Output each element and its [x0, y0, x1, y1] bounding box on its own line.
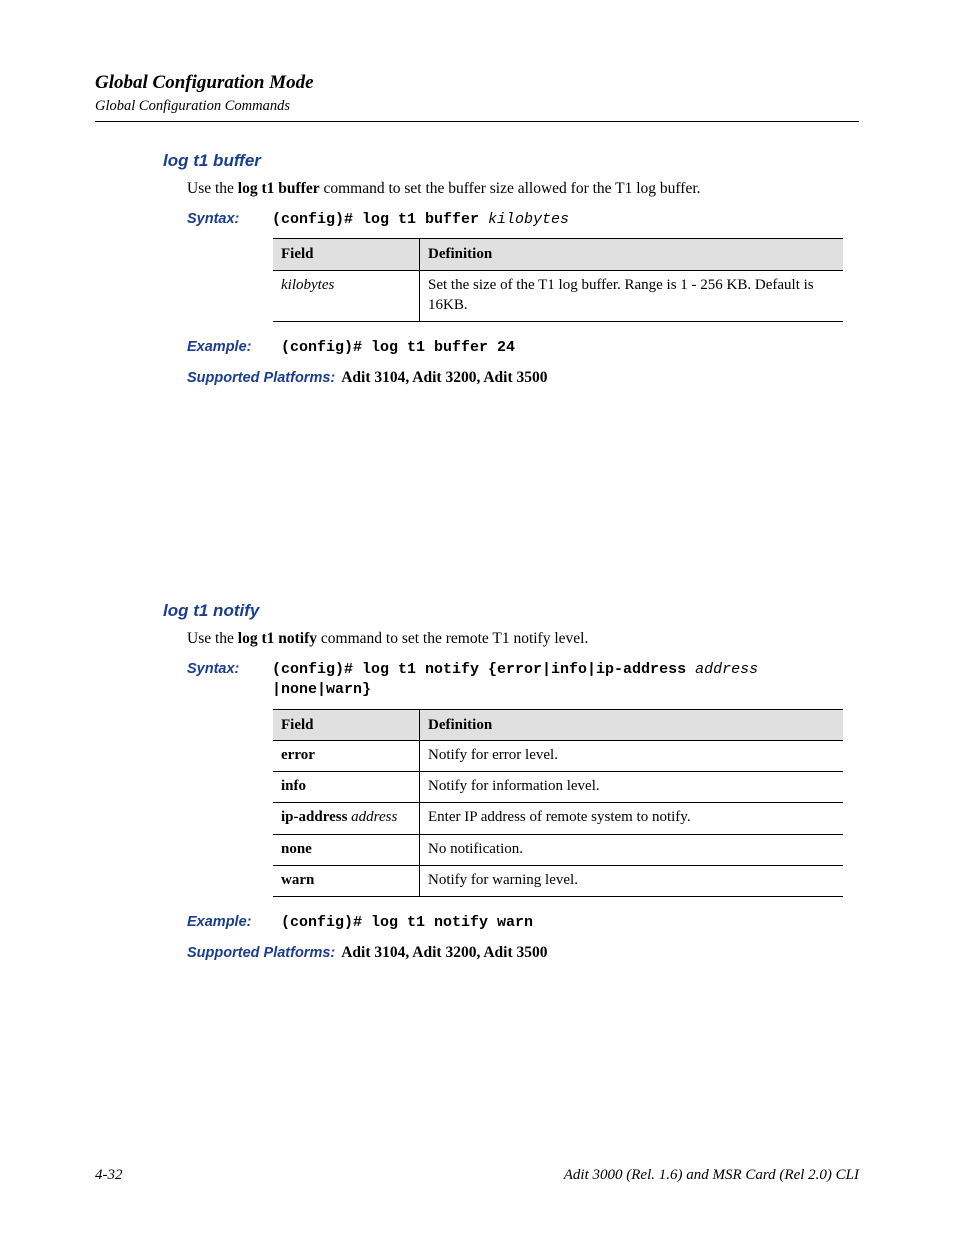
- field-italic: address: [351, 809, 397, 825]
- table-row: ip-address address Enter IP address of r…: [273, 803, 843, 834]
- spacer: [95, 397, 859, 572]
- definition-table: Field Definition error Notify for error …: [273, 709, 843, 898]
- table-header-row: Field Definition: [273, 709, 843, 740]
- syntax-line2-bold: |none|warn}: [272, 681, 371, 698]
- header-subtitle: Global Configuration Commands: [95, 97, 859, 117]
- table-header-row: Field Definition: [273, 239, 843, 270]
- table-cell-definition: Notify for information level.: [420, 772, 844, 803]
- section-body: Use the log t1 notify command to set the…: [187, 629, 859, 650]
- field-bold: none: [281, 841, 312, 857]
- section-log-t1-buffer: log t1 buffer Use the log t1 buffer comm…: [95, 150, 859, 389]
- table-cell-field: ip-address address: [273, 803, 420, 834]
- syntax-args: kilobytes: [488, 211, 569, 228]
- table-header-field: Field: [273, 709, 420, 740]
- platforms-label: Supported Platforms:: [187, 944, 335, 964]
- example-label: Example:: [187, 913, 261, 933]
- header-title: Global Configuration Mode: [95, 70, 859, 96]
- table-cell-definition: Notify for error level.: [420, 740, 844, 771]
- syntax-row: Syntax: (config)# log t1 notify {error|i…: [187, 660, 859, 701]
- body-text-post: command to set the buffer size allowed f…: [320, 180, 701, 197]
- field-bold: warn: [281, 872, 314, 888]
- example-row: Example: (config)# log t1 notify warn: [187, 913, 859, 933]
- table-row: warn Notify for warning level.: [273, 865, 843, 896]
- syntax-code: (config)# log t1 buffer kilobytes: [272, 210, 569, 230]
- section-title: log t1 notify: [163, 600, 859, 623]
- table-row: info Notify for information level.: [273, 772, 843, 803]
- section-body: Use the log t1 buffer command to set the…: [187, 179, 859, 200]
- table-cell-definition: Enter IP address of remote system to not…: [420, 803, 844, 834]
- page-footer: 4-32 Adit 3000 (Rel. 1.6) and MSR Card (…: [95, 1165, 859, 1185]
- footer-page-number: 4-32: [95, 1165, 123, 1185]
- table-row: none No notification.: [273, 834, 843, 865]
- field-bold: info: [281, 778, 306, 794]
- footer-doc-title: Adit 3000 (Rel. 1.6) and MSR Card (Rel 2…: [564, 1165, 859, 1185]
- body-text-pre: Use the: [187, 630, 238, 647]
- table-cell-field: kilobytes: [273, 270, 420, 322]
- syntax-label: Syntax:: [187, 210, 252, 230]
- table-cell-field: info: [273, 772, 420, 803]
- syntax-prompt: (config)# log t1 buffer: [272, 211, 488, 228]
- example-code: (config)# log t1 buffer 24: [281, 338, 515, 358]
- table-cell-definition: Set the size of the T1 log buffer. Range…: [420, 270, 844, 322]
- table-cell-definition: No notification.: [420, 834, 844, 865]
- table-header-definition: Definition: [420, 709, 844, 740]
- definition-table: Field Definition kilobytes Set the size …: [273, 238, 843, 322]
- table-cell-definition: Notify for warning level.: [420, 865, 844, 896]
- platforms-row: Supported Platforms: Adit 3104, Adit 320…: [187, 368, 859, 389]
- syntax-code: (config)# log t1 notify {error|info|ip-a…: [272, 660, 758, 701]
- section-log-t1-notify: log t1 notify Use the log t1 notify comm…: [95, 600, 859, 964]
- table-cell-field: warn: [273, 865, 420, 896]
- syntax-label: Syntax:: [187, 660, 252, 680]
- section-title: log t1 buffer: [163, 150, 859, 173]
- body-text-bold: log t1 notify: [238, 630, 317, 647]
- syntax-line1-italic: address: [695, 661, 758, 678]
- table-row: kilobytes Set the size of the T1 log buf…: [273, 270, 843, 322]
- field-bold: ip-address: [281, 809, 351, 825]
- table-header-definition: Definition: [420, 239, 844, 270]
- page-header: Global Configuration Mode Global Configu…: [95, 70, 859, 122]
- table-cell-field: error: [273, 740, 420, 771]
- platforms-row: Supported Platforms: Adit 3104, Adit 320…: [187, 943, 859, 964]
- table-cell-field: none: [273, 834, 420, 865]
- table-row: error Notify for error level.: [273, 740, 843, 771]
- example-row: Example: (config)# log t1 buffer 24: [187, 338, 859, 358]
- platforms-value: Adit 3104, Adit 3200, Adit 3500: [341, 943, 547, 964]
- body-text-pre: Use the: [187, 180, 238, 197]
- syntax-row: Syntax: (config)# log t1 buffer kilobyte…: [187, 210, 859, 230]
- field-bold: error: [281, 747, 315, 763]
- platforms-value: Adit 3104, Adit 3200, Adit 3500: [341, 368, 547, 389]
- syntax-line1-bold: (config)# log t1 notify {error|info|ip-a…: [272, 661, 695, 678]
- platforms-label: Supported Platforms:: [187, 369, 335, 389]
- body-text-bold: log t1 buffer: [238, 180, 320, 197]
- example-code: (config)# log t1 notify warn: [281, 913, 533, 933]
- example-label: Example:: [187, 338, 261, 358]
- table-header-field: Field: [273, 239, 420, 270]
- header-rule: [95, 121, 859, 122]
- body-text-post: command to set the remote T1 notify leve…: [317, 630, 588, 647]
